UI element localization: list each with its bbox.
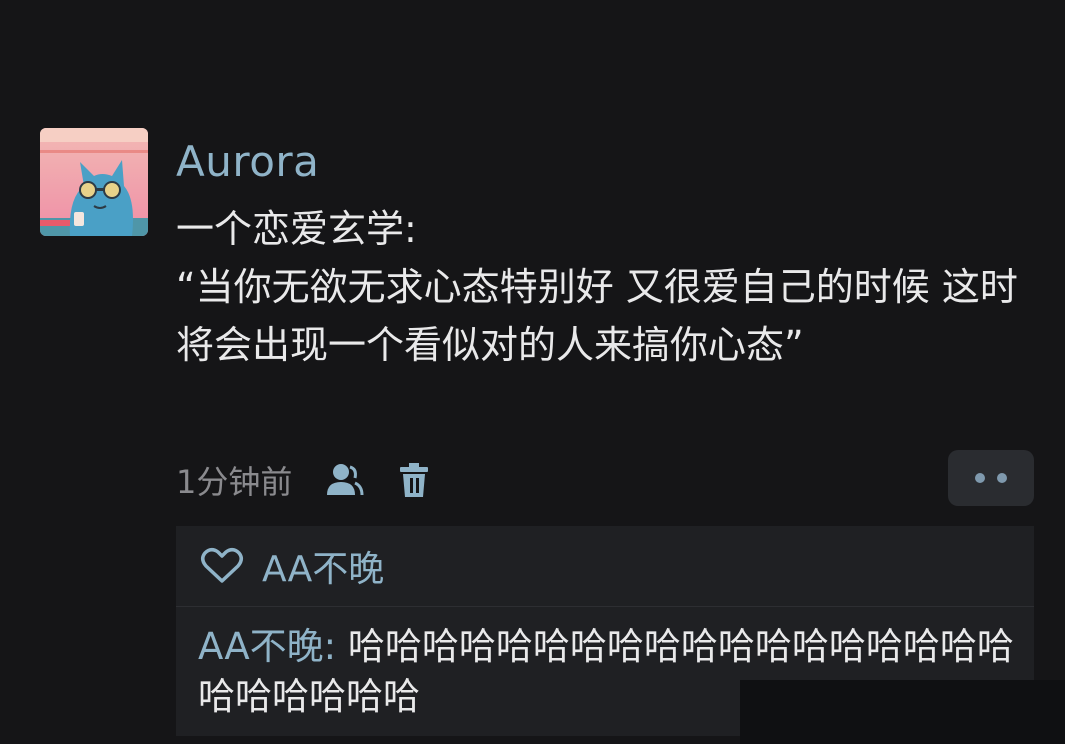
- likes-row: AA不晚: [176, 526, 1034, 607]
- liker-name[interactable]: AA不晚: [262, 540, 384, 592]
- trash-icon[interactable]: [396, 458, 432, 502]
- post-text: 一个恋爱玄学: “当你无欲无求心态特别好 又很爱自己的时候 这时将会出现一个看似…: [176, 207, 1018, 367]
- user-icon[interactable]: [322, 458, 366, 502]
- heart-icon: [200, 546, 244, 586]
- post-time: 1分钟前: [176, 463, 293, 501]
- post-meta: 1分钟前: [176, 452, 432, 508]
- more-dots-icon: [997, 473, 1007, 483]
- post-username[interactable]: Aurora: [176, 132, 319, 192]
- more-dots-icon: [975, 473, 985, 483]
- more-button[interactable]: [948, 450, 1034, 506]
- moment-screen: Aurora 一个恋爱玄学: “当你无欲无求心态特别好 又很爱自己的时候 这时将…: [0, 0, 1065, 744]
- watermark-area: [740, 680, 1065, 744]
- comment-author[interactable]: AA不晚:: [198, 625, 336, 668]
- avatar[interactable]: [40, 128, 148, 236]
- avatar-cat-image: [40, 128, 148, 236]
